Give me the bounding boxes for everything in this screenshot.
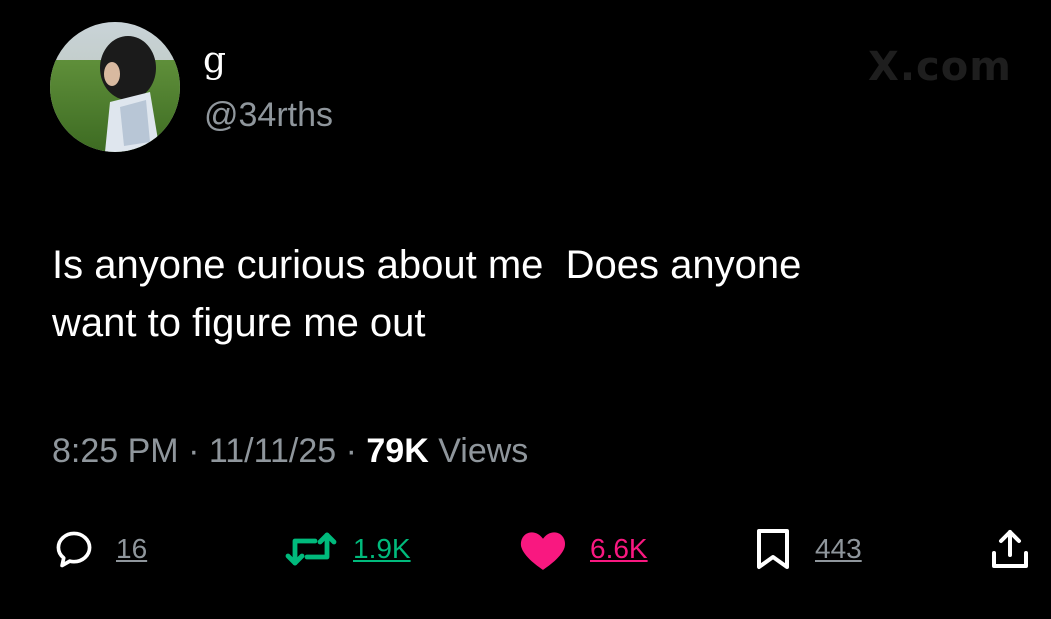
reply-count[interactable]: 16 (116, 533, 147, 565)
user-handle[interactable]: @34rths (204, 96, 333, 135)
reply-button[interactable]: 16 (52, 525, 147, 573)
bookmark-count[interactable]: 443 (815, 533, 862, 565)
avatar[interactable] (50, 22, 180, 152)
tweet-text-line: Is anyone curious about me Does anyone (52, 243, 802, 287)
tweet-metadata: 8:25 PM · 11/11/25 · 79K Views (52, 432, 528, 471)
display-name[interactable]: g (203, 40, 226, 81)
separator: · (178, 432, 209, 470)
share-button[interactable] (990, 525, 1030, 573)
tweet-date[interactable]: 11/11/25 (209, 432, 336, 470)
retweet-button[interactable]: 1.9K (285, 525, 411, 573)
views-count: 79K (366, 432, 429, 470)
tweet-time[interactable]: 8:25 PM (52, 432, 179, 470)
views-label: Views (428, 432, 529, 470)
like-count[interactable]: 6.6K (590, 533, 648, 565)
tweet-text: Is anyone curious about me Does anyone w… (52, 236, 1012, 352)
watermark: X.com (868, 44, 1012, 90)
bookmark-icon (757, 529, 789, 569)
heart-icon (520, 532, 566, 570)
profile-photo-icon (50, 22, 180, 152)
like-button[interactable]: 6.6K (518, 525, 648, 573)
retweet-count[interactable]: 1.9K (353, 533, 411, 565)
retweet-icon (285, 532, 337, 566)
tweet-text-line: want to figure me out (52, 301, 426, 345)
separator: · (336, 432, 367, 470)
bookmark-button[interactable]: 443 (755, 525, 862, 573)
reply-icon (56, 531, 92, 568)
share-icon (992, 530, 1028, 568)
